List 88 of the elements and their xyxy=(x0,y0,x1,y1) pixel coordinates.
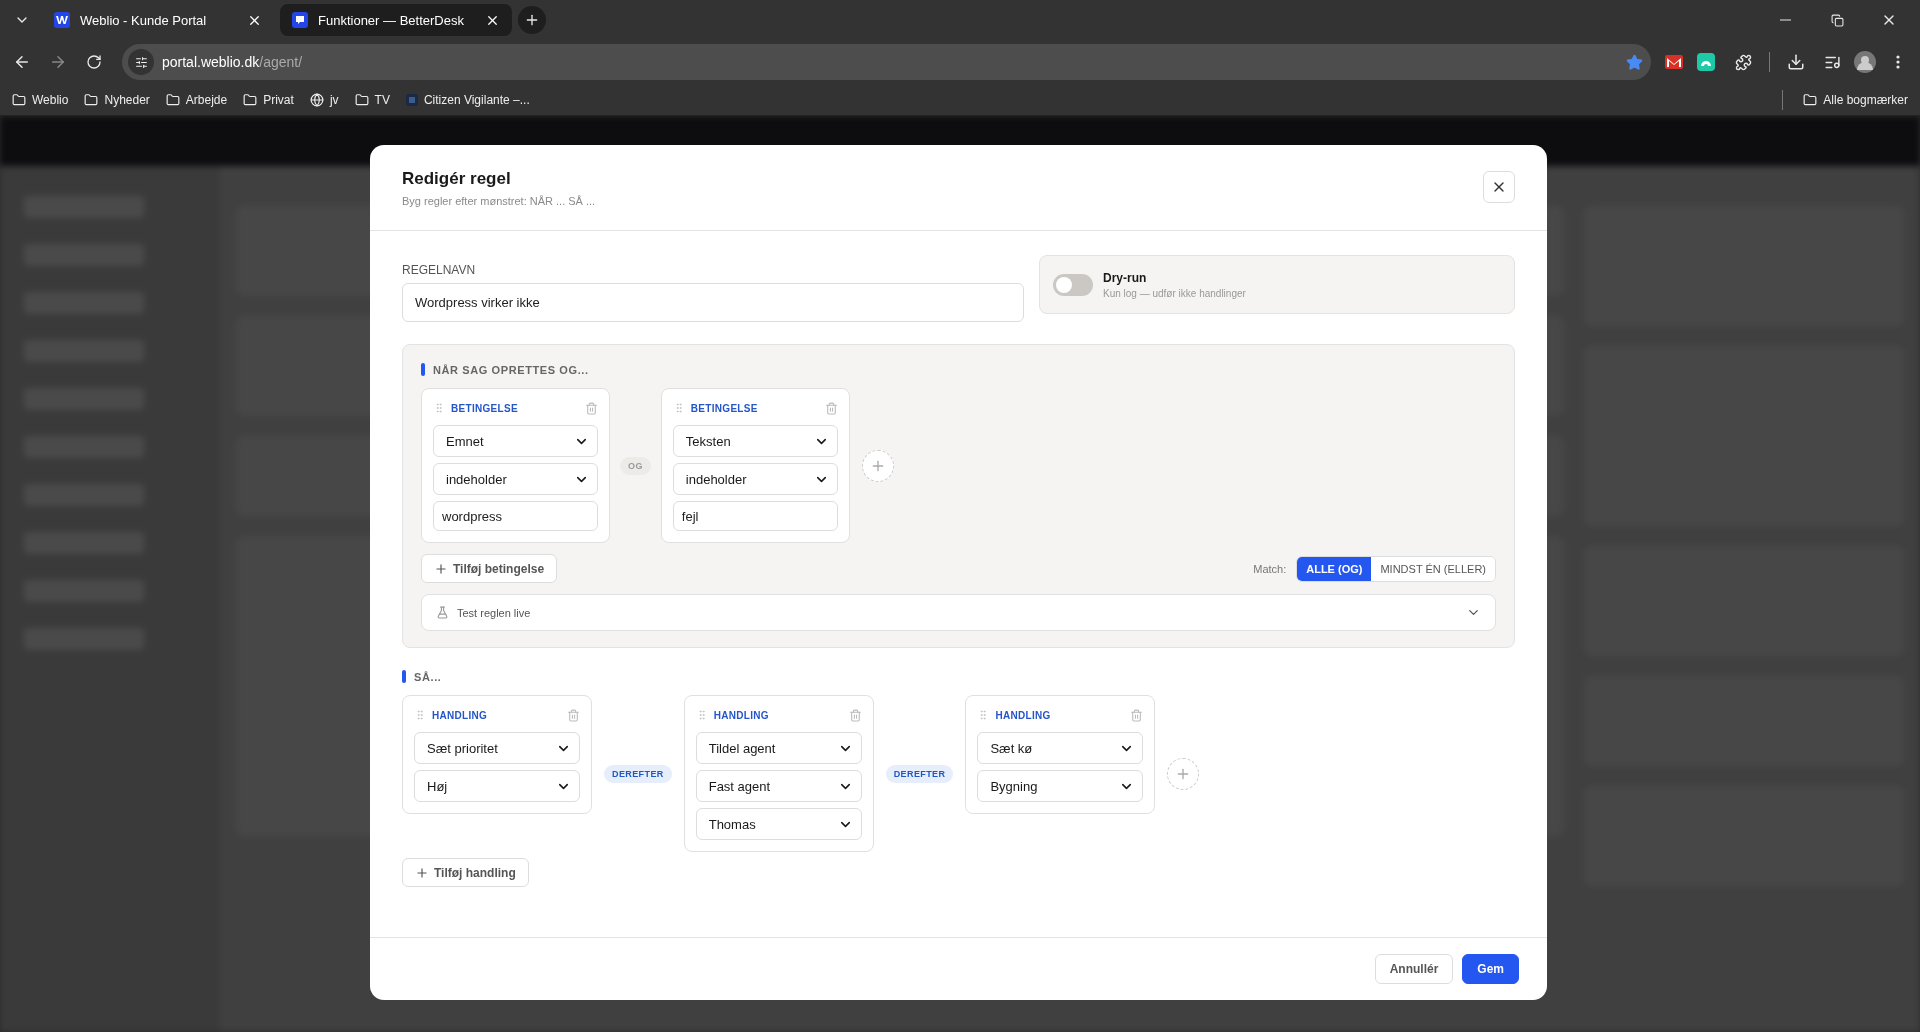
flask-icon xyxy=(436,606,449,619)
address-bar[interactable]: portal.weblio.dk/agent/ xyxy=(122,44,1651,80)
dropdown-field[interactable]: Bygning xyxy=(977,770,1144,802)
section-heading: NÅR SAG OPRETTES OG... xyxy=(433,363,589,376)
dropdown-field[interactable]: Teksten xyxy=(672,425,838,457)
card-label: HANDLING xyxy=(713,709,770,721)
plus-icon xyxy=(434,561,448,576)
new-tab-button[interactable] xyxy=(518,6,546,34)
profile-avatar[interactable] xyxy=(1854,51,1876,73)
bookmark[interactable]: Arbejde xyxy=(165,92,228,107)
section-marker xyxy=(402,670,406,683)
weblio-logo-icon xyxy=(54,12,70,28)
dropdown-field[interactable]: indeholder xyxy=(672,463,838,495)
match-option[interactable]: ALLE (OG) xyxy=(1297,556,1372,581)
dropdown-field[interactable]: Høj xyxy=(414,770,580,802)
trash-icon[interactable] xyxy=(585,401,598,415)
dropdown-field[interactable]: indeholder xyxy=(433,463,598,495)
globe-icon xyxy=(309,92,324,107)
dialog-title: Redigér regel xyxy=(402,169,512,189)
match-label: Match: xyxy=(1253,562,1287,575)
test-rule-toggle[interactable]: Test reglen live xyxy=(421,594,1496,631)
drag-handle-icon[interactable] xyxy=(414,709,426,721)
input-field[interactable]: fejl xyxy=(672,501,838,531)
folder-icon xyxy=(243,92,258,107)
more-icon xyxy=(1896,55,1900,69)
dry-run-description: Kun log — udfør ikke handlinger xyxy=(1103,287,1246,299)
restore-icon xyxy=(1830,13,1844,27)
bookmark[interactable]: Weblio xyxy=(12,92,69,107)
card-label: BETINGELSE xyxy=(690,402,759,414)
dry-run-title: Dry-run xyxy=(1103,270,1148,285)
trash-icon[interactable] xyxy=(824,401,838,415)
add-condition-button[interactable]: Tilføj betingelse xyxy=(421,554,558,583)
download-icon xyxy=(1787,53,1805,71)
cancel-button[interactable]: Annullér xyxy=(1374,954,1454,984)
dry-run-toggle[interactable] xyxy=(1053,273,1093,296)
joiner-badge: DEREFTER xyxy=(885,764,954,783)
tab-title: Weblio - Kunde Portal xyxy=(80,12,208,28)
star-icon[interactable] xyxy=(1626,53,1643,71)
joiner-badge: DEREFTER xyxy=(604,764,672,783)
chat-bubble-icon xyxy=(292,12,308,28)
site-icon xyxy=(405,93,418,106)
close-button[interactable] xyxy=(1483,171,1515,203)
browser-tab[interactable]: Funktioner — BetterDesk xyxy=(280,4,512,36)
card-label: HANDLING xyxy=(995,709,1052,721)
dropdown-field[interactable]: Tildel agent xyxy=(695,732,862,764)
bookmark[interactable]: jv xyxy=(309,92,339,107)
dropdown-field[interactable]: Emnet xyxy=(433,425,598,457)
trash-icon[interactable] xyxy=(848,708,862,722)
browser-tab[interactable]: Weblio - Kunde Portal xyxy=(42,4,274,36)
joiner-badge: OG xyxy=(620,456,651,475)
tab-title: Funktioner — BetterDesk xyxy=(318,12,465,28)
minimize-icon xyxy=(1779,19,1791,21)
bookmark[interactable]: Nyheder xyxy=(84,92,150,107)
folder-icon xyxy=(165,92,180,107)
add-action-button[interactable]: Tilføj handling xyxy=(402,858,529,887)
folder-icon xyxy=(354,92,369,107)
input-field[interactable]: wordpress xyxy=(433,501,598,531)
folder-icon xyxy=(84,92,99,107)
dropdown-field[interactable]: Fast agent xyxy=(695,770,862,802)
add-circle-button[interactable] xyxy=(861,449,894,482)
trash-icon[interactable] xyxy=(1130,708,1144,722)
dropdown-field[interactable]: Sæt kø xyxy=(977,732,1144,764)
bookmark[interactable]: Privat xyxy=(243,92,294,107)
mail-extension-icon[interactable] xyxy=(1665,55,1683,69)
bookmark[interactable]: TV xyxy=(354,92,390,107)
card-label: HANDLING xyxy=(432,709,489,721)
plus-icon xyxy=(415,865,429,880)
save-button[interactable]: Gem xyxy=(1462,954,1519,984)
all-bookmarks[interactable]: Alle bogmærker xyxy=(1803,92,1908,107)
section-heading: SÅ... xyxy=(414,670,442,683)
site-settings-icon[interactable] xyxy=(128,49,154,75)
forward-arrow-icon xyxy=(49,53,67,71)
rule-name-field[interactable]: Wordpress virker ikke xyxy=(402,283,1024,322)
trash-icon[interactable] xyxy=(567,708,580,722)
folder-icon xyxy=(12,92,26,107)
folder-icon xyxy=(1803,92,1818,107)
dropdown-field[interactable]: Thomas xyxy=(695,808,862,840)
dialog-subtitle: Byg regler efter mønstret: NÅR ... SÅ ... xyxy=(402,195,596,207)
puzzle-icon xyxy=(1734,53,1752,71)
field-label: REGELNAVN xyxy=(402,263,477,277)
plus-icon xyxy=(524,12,540,28)
dropdown-field[interactable]: Sæt prioritet xyxy=(414,732,580,764)
reload-icon xyxy=(86,54,102,70)
bookmark[interactable]: Citizen Vigilante –... xyxy=(405,92,530,107)
drag-handle-icon[interactable] xyxy=(433,402,445,414)
card-label: BETINGELSE xyxy=(451,402,519,414)
section-marker xyxy=(421,363,425,376)
arch-extension-icon[interactable] xyxy=(1697,53,1715,71)
